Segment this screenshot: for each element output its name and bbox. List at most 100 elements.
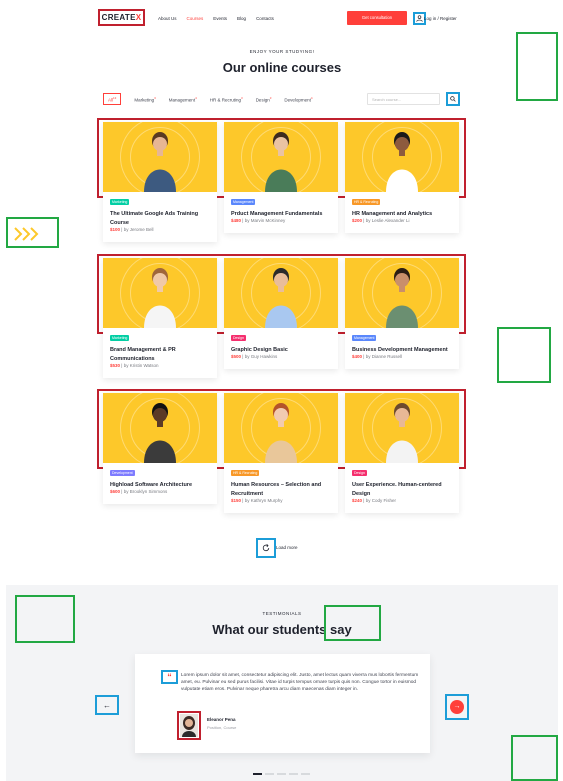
filter-management[interactable]: Management4 <box>169 96 197 103</box>
course-meta: $600 | by Brooklyn Simmons <box>110 489 168 494</box>
category-badge: HR & Recruting <box>352 199 381 205</box>
load-more-button[interactable]: Load more <box>276 545 298 550</box>
course-price: $240 <box>352 498 363 503</box>
course-price: $150 <box>231 498 242 503</box>
course-meta: $400 | by Dianne Russell <box>352 354 402 359</box>
instructor-photo <box>265 268 297 328</box>
course-title[interactable]: The Ultimate Google Ads Training Course <box>110 210 214 228</box>
testimonial-card: “ Lorem ipsum dolor sit amet, consectetu… <box>135 654 430 753</box>
decor-circles <box>15 595 75 643</box>
course-author: by Kathryn Murphy <box>244 498 283 503</box>
course-meta: $480 | by Marvin McKinney <box>231 218 286 223</box>
carousel-dot[interactable] <box>277 773 286 775</box>
quote-icon: “ <box>161 670 178 684</box>
category-badge: Development <box>110 470 135 476</box>
course-card[interactable]: Marketing Brand Management & PR Communica… <box>103 258 217 378</box>
prev-arrow-icon[interactable]: ← <box>95 695 119 715</box>
decor-dots-pattern <box>516 32 558 101</box>
author-avatar <box>177 711 201 740</box>
course-card[interactable]: Development Highload Software Architectur… <box>103 393 217 504</box>
course-card[interactable]: Management Prduct Management Fundamentals… <box>224 122 338 233</box>
course-title[interactable]: Human Resources – Selection and Recruitm… <box>231 481 335 499</box>
category-badge: Marketing <box>110 199 130 205</box>
course-author: by Kristin Watson <box>123 363 159 368</box>
course-image <box>345 258 459 328</box>
course-image <box>224 258 338 328</box>
login-register-link[interactable]: Log in / Register <box>424 16 457 21</box>
category-badge: Management <box>231 199 256 205</box>
filter-development[interactable]: Development4 <box>284 96 312 103</box>
nav-about-us[interactable]: About Us <box>158 16 177 21</box>
filter-all[interactable]: All13 <box>103 92 122 106</box>
instructor-photo <box>144 132 176 192</box>
category-badge: HR & Recruting <box>231 470 260 476</box>
carousel-dot[interactable] <box>253 773 262 775</box>
carousel-dot[interactable] <box>301 773 310 775</box>
course-meta: $150 | by Kathryn Murphy <box>231 498 283 503</box>
decor-dots-pattern <box>511 735 558 781</box>
nav-courses[interactable]: Courses <box>187 16 204 21</box>
course-price: $400 <box>352 354 363 359</box>
course-card[interactable]: Marketing The Ultimate Google Ads Trainin… <box>103 122 217 242</box>
testimonials-section: TESTIMONIALS What our students say ← “ L… <box>6 585 558 781</box>
course-card[interactable]: Management Business Development Managemen… <box>345 258 459 369</box>
category-badge: Marketing <box>110 335 130 341</box>
carousel-dots <box>253 773 310 775</box>
filter-marketing[interactable]: Marketing3 <box>134 96 155 103</box>
courses-title: Our online courses <box>222 60 342 75</box>
course-title[interactable]: User Experience. Human-centered Design <box>352 481 456 499</box>
search-input[interactable]: Search course... <box>367 93 440 105</box>
instructor-photo <box>265 132 297 192</box>
course-price: $600 <box>110 489 121 494</box>
nav-blog[interactable]: Blog <box>237 16 246 21</box>
instructor-photo <box>386 268 418 328</box>
testimonials-eyebrow: TESTIMONIALS <box>262 611 302 616</box>
header: CREATEX About Us Courses Events Blog Con… <box>6 6 558 32</box>
category-badge: Management <box>352 335 377 341</box>
course-image <box>103 122 217 192</box>
course-image <box>103 258 217 328</box>
course-author: by Brooklyn Simmons <box>123 489 168 494</box>
course-image <box>103 393 217 463</box>
logo[interactable]: CREATEX <box>98 9 145 26</box>
course-price: $100 <box>110 227 121 232</box>
course-price: $500 <box>231 354 242 359</box>
instructor-photo <box>386 403 418 463</box>
course-author: by Guy Hawkins <box>244 354 278 359</box>
courses-eyebrow: ENJOY YOUR STUDYING! <box>249 49 315 54</box>
course-author: by Cody Fisher <box>365 498 396 503</box>
decor-chevrons <box>497 327 551 383</box>
course-author: by Dianne Russell <box>365 354 402 359</box>
main-nav: About Us Courses Events Blog Contacts <box>158 16 274 21</box>
filter-design[interactable]: Design3 <box>256 96 272 103</box>
course-meta: $200 | by Leslie Alexander Li <box>352 218 410 223</box>
course-card[interactable]: HR & Recruting HR Management and Analytic… <box>345 122 459 233</box>
course-image <box>345 122 459 192</box>
nav-contacts[interactable]: Contacts <box>256 16 274 21</box>
course-author: by Jerome Bell <box>123 227 154 232</box>
course-image <box>345 393 459 463</box>
course-meta: $240 | by Cody Fisher <box>352 498 396 503</box>
instructor-photo <box>265 403 297 463</box>
search-icon[interactable] <box>446 92 460 106</box>
course-title[interactable]: Brand Management & PR Communications <box>110 346 214 364</box>
course-meta: $530 | by Kristin Watson <box>110 363 159 368</box>
filter-hr-recruting[interactable]: HR & Recruting3 <box>210 96 243 103</box>
course-card[interactable]: Design Graphic Design Basic $500 | by Guy … <box>224 258 338 369</box>
course-price: $200 <box>352 218 363 223</box>
course-price: $480 <box>231 218 242 223</box>
author-role: Position, Course <box>207 725 237 730</box>
course-image <box>224 122 338 192</box>
carousel-dot[interactable] <box>289 773 298 775</box>
next-arrow-icon[interactable]: → <box>445 694 469 720</box>
course-card[interactable]: Design User Experience. Human-centered De… <box>345 393 459 513</box>
testimonials-title: What our students say <box>212 622 352 637</box>
refresh-icon[interactable] <box>256 538 276 558</box>
course-author: by Marvin McKinney <box>244 218 286 223</box>
course-card[interactable]: HR & Recruting Human Resources – Selectio… <box>224 393 338 513</box>
course-image <box>224 393 338 463</box>
get-consultation-button[interactable]: Get consultation <box>347 11 407 25</box>
nav-events[interactable]: Events <box>213 16 227 21</box>
carousel-dot[interactable] <box>265 773 274 775</box>
instructor-photo <box>144 268 176 328</box>
